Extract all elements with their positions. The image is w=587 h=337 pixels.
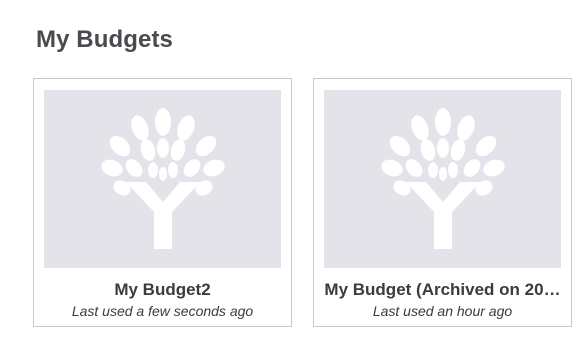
budget-card[interactable]: My Budget (Archived on 20… Last used an … [313,78,572,327]
budget-last-used: Last used a few seconds ago [71,303,254,319]
ynab-tree-logo-icon [380,108,505,249]
budget-card-image [324,90,561,268]
budget-name[interactable]: My Budget2 [38,280,287,300]
ynab-tree-logo-icon [100,108,225,249]
budget-card-image [44,90,281,268]
page-title: My Budgets [36,26,174,53]
budget-card[interactable]: My Budget2 Last used a few seconds ago [33,78,292,327]
budgets-page: My Budgets My Budget2 Last used a few se… [0,0,587,337]
budget-last-used: Last used an hour ago [372,303,513,319]
budget-name[interactable]: My Budget (Archived on 20… [318,280,567,300]
